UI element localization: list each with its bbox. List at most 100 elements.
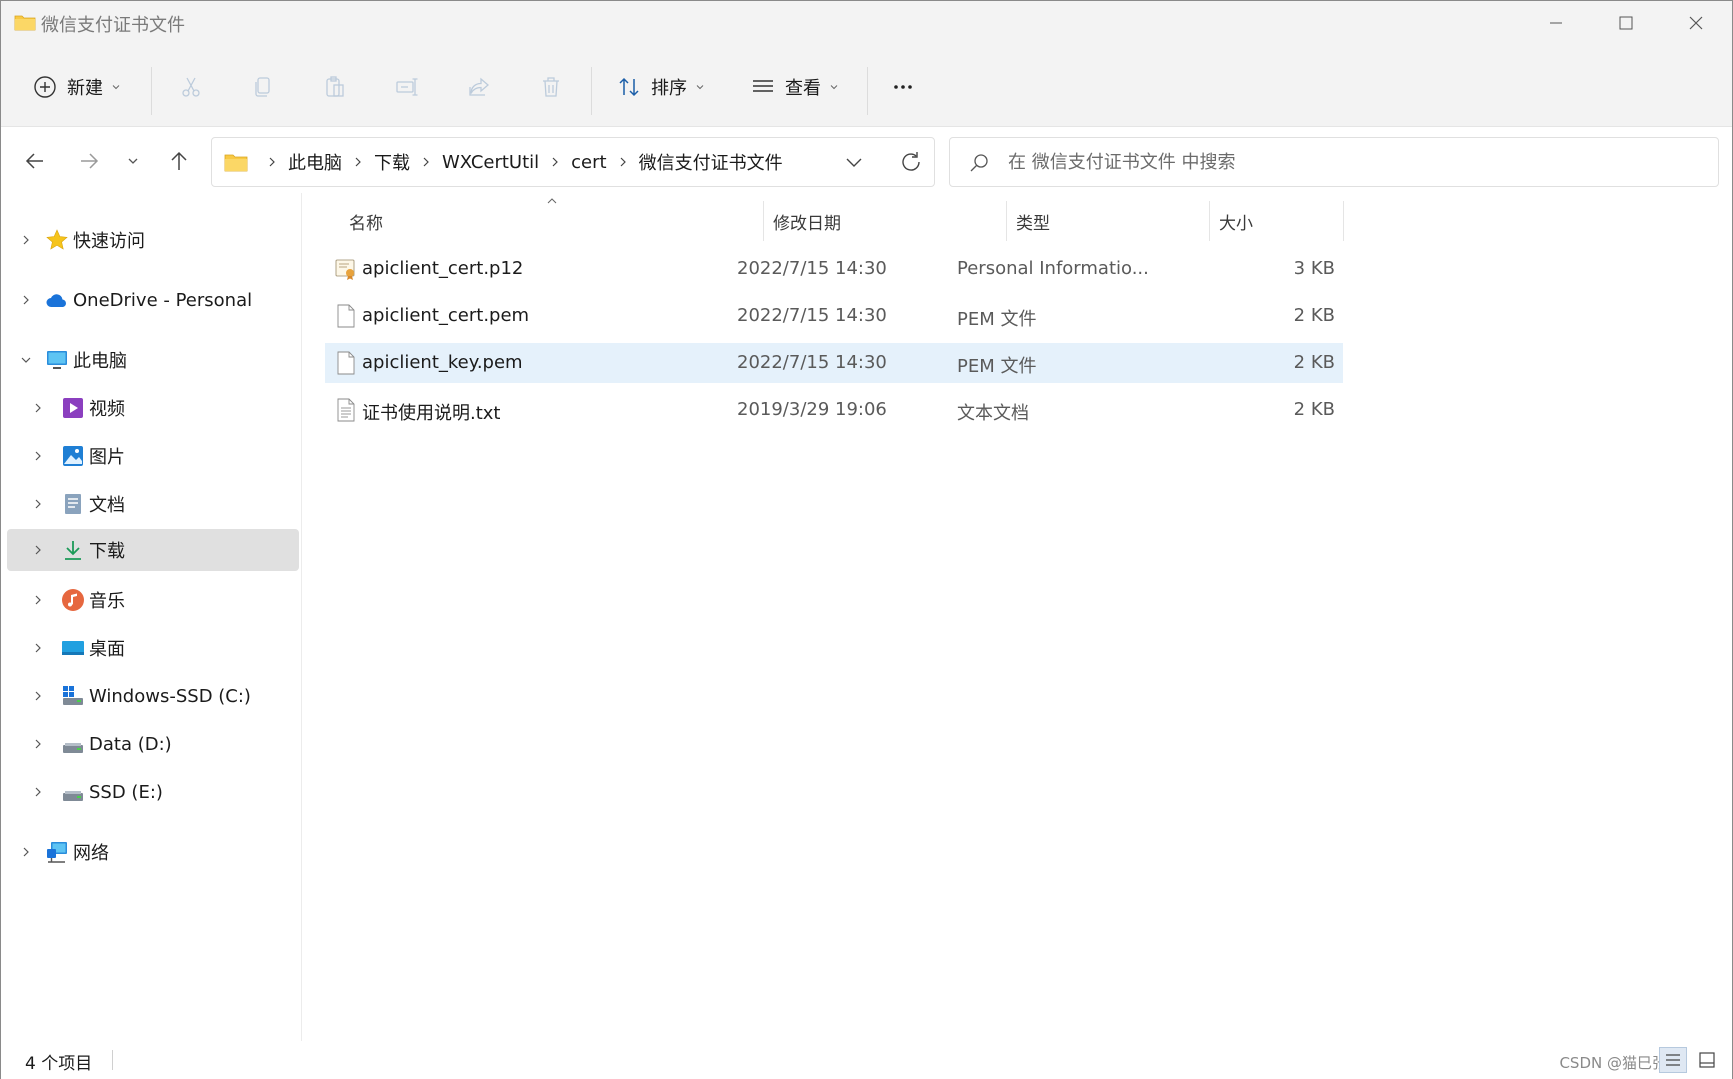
recent-locations-button[interactable] <box>115 144 151 178</box>
rename-icon <box>396 78 418 96</box>
file-row[interactable]: apiclient_cert.pem 2022/7/15 14:30 PEM 文… <box>325 296 1343 336</box>
computer-icon <box>47 351 67 369</box>
network-icon <box>47 842 67 863</box>
title-bar[interactable]: 微信支付证书文件 <box>1 1 1732 45</box>
column-divider[interactable] <box>1006 201 1007 241</box>
chevron-right-icon[interactable] <box>19 233 33 247</box>
chevron-down-icon[interactable] <box>19 353 33 367</box>
minimize-button[interactable] <box>1521 1 1591 45</box>
chevron-right-icon[interactable] <box>31 593 45 607</box>
sidebar-item-quick-access[interactable]: 快速访问 <box>19 219 299 261</box>
sidebar-item-videos[interactable]: 视频 <box>31 387 299 429</box>
sidebar-item-label: 此电脑 <box>73 351 127 372</box>
sidebar-item-music[interactable]: 音乐 <box>31 579 299 621</box>
sidebar-item-downloads[interactable]: 下载 <box>7 529 299 571</box>
sidebar-item-desktop[interactable]: 桌面 <box>31 627 299 669</box>
large-icons-view-button[interactable] <box>1693 1047 1721 1073</box>
column-header-size[interactable]: 大小 <box>1219 201 1339 241</box>
share-button[interactable] <box>467 67 491 107</box>
column-divider[interactable] <box>1209 201 1210 241</box>
chevron-right-icon[interactable] <box>31 641 45 655</box>
file-row-selected[interactable]: apiclient_key.pem 2022/7/15 14:30 PEM 文件… <box>325 343 1343 383</box>
up-button[interactable] <box>161 144 197 178</box>
chevron-right-icon[interactable] <box>31 785 45 799</box>
sidebar-item-label: 视频 <box>89 399 125 420</box>
chevron-right-icon[interactable] <box>31 497 45 511</box>
refresh-icon[interactable] <box>898 149 924 175</box>
sidebar-item-label: 下载 <box>89 541 125 562</box>
maximize-button[interactable] <box>1591 1 1661 45</box>
list-view-icon <box>753 80 773 92</box>
file-size: 2 KB <box>1293 352 1335 373</box>
breadcrumb-cert[interactable]: cert <box>571 152 606 173</box>
search-input[interactable] <box>1008 146 1698 178</box>
file-name: apiclient_cert.pem <box>362 305 530 326</box>
column-header-name[interactable]: 名称 <box>349 201 729 241</box>
file-list: 名称 修改日期 类型 大小 apiclient_cert.p12 2022/7/… <box>303 193 1733 1041</box>
breadcrumb-current-folder[interactable]: 微信支付证书文件 <box>639 149 783 175</box>
file-type: Personal Informatio... <box>957 258 1149 279</box>
sidebar-item-documents[interactable]: 文档 <box>31 483 299 525</box>
file-row[interactable]: apiclient_cert.p12 2022/7/15 14:30 Perso… <box>325 249 1343 289</box>
sidebar-item-network[interactable]: 网络 <box>19 831 299 873</box>
file-size: 2 KB <box>1293 399 1335 420</box>
sidebar-item-onedrive[interactable]: OneDrive - Personal <box>19 279 299 321</box>
chevron-right-icon <box>552 157 559 167</box>
more-options-button[interactable] <box>891 67 915 107</box>
rename-button[interactable] <box>395 67 419 107</box>
scissors-icon <box>182 77 200 97</box>
sidebar-item-label: OneDrive - Personal <box>73 289 253 311</box>
chevron-right-icon[interactable] <box>19 293 33 307</box>
copy-button[interactable] <box>251 67 275 107</box>
sidebar-item-windows-ssd-c[interactable]: Windows-SSD (C:) <box>31 675 299 717</box>
address-bar[interactable]: 此电脑 下载 WXCertUtil cert 微信支付证书文件 <box>211 137 935 187</box>
chevron-down-icon[interactable] <box>842 150 866 174</box>
more-icon <box>894 85 912 89</box>
view-button[interactable]: 查看 <box>751 67 839 107</box>
new-button[interactable]: 新建 <box>33 67 121 107</box>
column-divider[interactable] <box>1343 201 1344 241</box>
status-bar: 4 个项目 CSDN @猫巳张鲁 <box>1 1041 1732 1079</box>
paste-button[interactable] <box>323 67 347 107</box>
chevron-right-icon[interactable] <box>31 449 45 463</box>
file-row[interactable]: 证书使用说明.txt 2019/3/29 19:06 文本文档 2 KB <box>325 390 1343 430</box>
windows-drive-icon <box>63 686 83 705</box>
sort-icon <box>619 77 639 97</box>
trash-icon <box>543 77 559 97</box>
back-button[interactable] <box>17 144 53 178</box>
sort-button[interactable]: 排序 <box>617 67 705 107</box>
chevron-right-icon[interactable] <box>19 845 33 859</box>
chevron-down-icon <box>128 158 138 164</box>
toolbar-divider <box>151 67 152 115</box>
file-type: PEM 文件 <box>957 309 1037 330</box>
column-header-modified[interactable]: 修改日期 <box>773 201 993 241</box>
search-box[interactable] <box>949 137 1719 187</box>
column-divider[interactable] <box>763 201 764 241</box>
chevron-right-icon[interactable] <box>31 543 45 557</box>
forward-button[interactable] <box>71 144 107 178</box>
chevron-right-icon[interactable] <box>31 689 45 703</box>
breadcrumb-wxcertutil[interactable]: WXCertUtil <box>442 152 539 173</box>
chevron-right-icon <box>423 157 429 167</box>
sidebar-item-ssd-e[interactable]: SSD (E:) <box>31 771 299 813</box>
column-header-type[interactable]: 类型 <box>1016 201 1206 241</box>
command-bar: 新建 排序 查看 <box>1 45 1732 127</box>
file-name: apiclient_key.pem <box>362 352 523 373</box>
search-icon <box>970 154 988 172</box>
breadcrumb-downloads[interactable]: 下载 <box>374 149 410 175</box>
star-icon <box>46 229 68 250</box>
cut-button[interactable] <box>179 67 203 107</box>
details-view-button[interactable] <box>1659 1047 1687 1073</box>
item-count: 4 个项目 <box>25 1054 93 1074</box>
chevron-right-icon[interactable] <box>31 737 45 751</box>
sidebar-item-data-d[interactable]: Data (D:) <box>31 723 299 765</box>
chevron-right-icon[interactable] <box>31 401 45 415</box>
sidebar-item-pictures[interactable]: 图片 <box>31 435 299 477</box>
sidebar-item-this-pc[interactable]: 此电脑 <box>19 339 299 381</box>
breadcrumb-this-pc[interactable]: 此电脑 <box>288 149 342 175</box>
chevron-right-icon <box>355 157 361 167</box>
delete-button[interactable] <box>539 67 563 107</box>
folder-icon <box>224 154 248 172</box>
file-size: 3 KB <box>1293 258 1335 279</box>
close-button[interactable] <box>1661 1 1731 45</box>
